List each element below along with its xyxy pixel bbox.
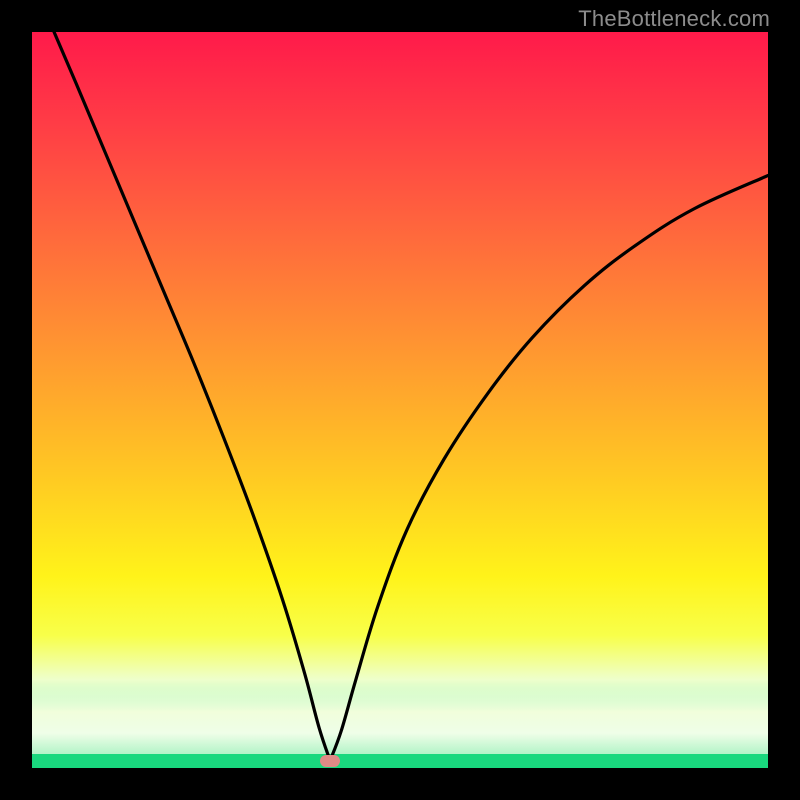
watermark-text: TheBottleneck.com [578,6,770,32]
curve-right [330,176,768,761]
chart-frame: TheBottleneck.com [0,0,800,800]
plot-area [32,32,768,768]
curve-svg [32,32,768,768]
curve-left [54,32,330,761]
minimum-marker [320,755,340,767]
